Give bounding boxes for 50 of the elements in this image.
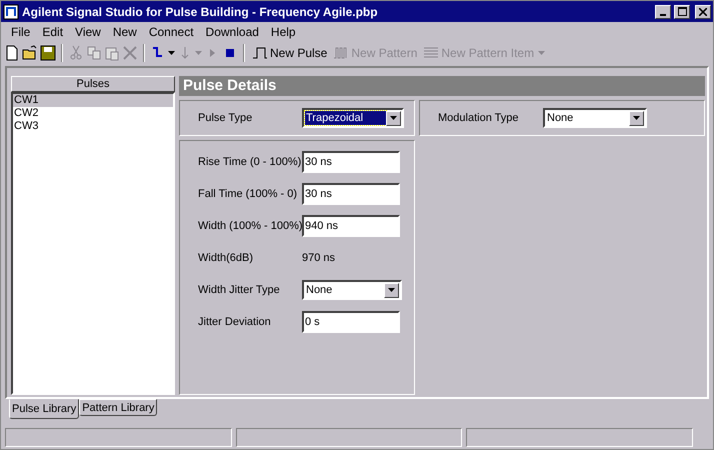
pulse-icon bbox=[252, 45, 268, 61]
menu-item[interactable]: Help bbox=[264, 25, 302, 39]
minimize-button[interactable] bbox=[655, 4, 671, 18]
dropdown[interactable]: None bbox=[543, 108, 647, 128]
caret-icon bbox=[633, 116, 640, 120]
menu-item[interactable]: File bbox=[5, 25, 36, 39]
pattern-icon bbox=[333, 45, 350, 61]
menu-item[interactable]: Edit bbox=[36, 25, 70, 39]
list-header: Pulses bbox=[11, 76, 175, 92]
app-icon bbox=[3, 4, 19, 20]
input-field[interactable]: 30 ns bbox=[302, 183, 400, 205]
field-label: Width Jitter Type bbox=[198, 284, 281, 296]
dropdown[interactable]: Trapezoidal bbox=[302, 108, 404, 128]
caret-icon bbox=[388, 288, 395, 292]
field-label: Pulse Type bbox=[198, 112, 254, 124]
window-title: Agilent Signal Studio for Pulse Building - Frequency Agile.pbp bbox=[22, 4, 379, 18]
caret-icon bbox=[195, 51, 202, 55]
menu-item[interactable]: New bbox=[106, 25, 143, 39]
save-icon[interactable] bbox=[40, 45, 56, 61]
maximize-button[interactable] bbox=[674, 4, 690, 18]
field-label: Fall Time (100% - 0) bbox=[198, 188, 298, 200]
toolbar-button[interactable]: New Pulse bbox=[250, 43, 330, 63]
minimize-icon bbox=[660, 14, 666, 16]
input-field[interactable]: 940 ns bbox=[302, 215, 400, 237]
dropdown[interactable]: None bbox=[302, 280, 402, 300]
caret-icon bbox=[538, 51, 546, 55]
value-text: 970 ns bbox=[302, 252, 336, 264]
menu-item[interactable]: Download bbox=[200, 25, 265, 39]
tab[interactable]: Pulse Library bbox=[9, 399, 80, 419]
paste-icon[interactable] bbox=[104, 45, 120, 61]
menu-item[interactable]: Connect bbox=[142, 25, 200, 39]
field-label: Modulation Type bbox=[438, 112, 520, 124]
close-icon bbox=[699, 8, 707, 16]
field-label: Jitter Deviation bbox=[198, 316, 272, 328]
caret-icon bbox=[390, 116, 397, 120]
field-label: Rise Time (0 - 100%) bbox=[198, 156, 302, 168]
field-label: Width (100% - 100%) bbox=[198, 220, 302, 232]
new-document-icon[interactable] bbox=[4, 45, 20, 61]
maximize-icon bbox=[678, 7, 686, 16]
menu-item[interactable]: View bbox=[69, 25, 107, 39]
copy-icon[interactable] bbox=[86, 45, 102, 61]
close-button[interactable] bbox=[695, 4, 711, 18]
list-item[interactable]: CW1 bbox=[13, 94, 173, 107]
input-field[interactable]: 30 ns bbox=[302, 151, 400, 173]
folder-icon[interactable] bbox=[22, 45, 38, 61]
caret-icon bbox=[168, 51, 175, 55]
input-field[interactable]: 0 s bbox=[302, 311, 400, 333]
section-header: Pulse Details bbox=[179, 76, 705, 96]
field-label: Width(6dB) bbox=[198, 252, 254, 264]
tab[interactable]: Pattern Library bbox=[79, 399, 158, 416]
